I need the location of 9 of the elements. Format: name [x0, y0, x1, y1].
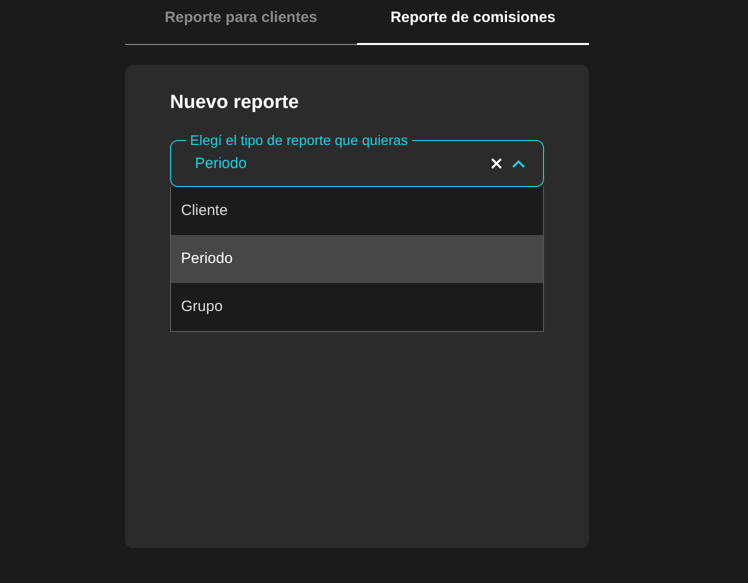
dropdown-option[interactable]: Cliente — [171, 187, 543, 235]
card-title: Nuevo reporte — [170, 91, 300, 115]
dropdown-option[interactable]: Periodo — [171, 235, 543, 283]
close-icon[interactable] — [491, 158, 502, 169]
tab[interactable]: Reporte para clientes — [125, 0, 357, 45]
chevron-up-icon[interactable] — [512, 160, 525, 168]
tab[interactable]: Reporte de comisiones — [357, 0, 589, 45]
dropdown-option[interactable]: Grupo — [171, 283, 543, 331]
select-value: Periodo — [195, 154, 248, 174]
